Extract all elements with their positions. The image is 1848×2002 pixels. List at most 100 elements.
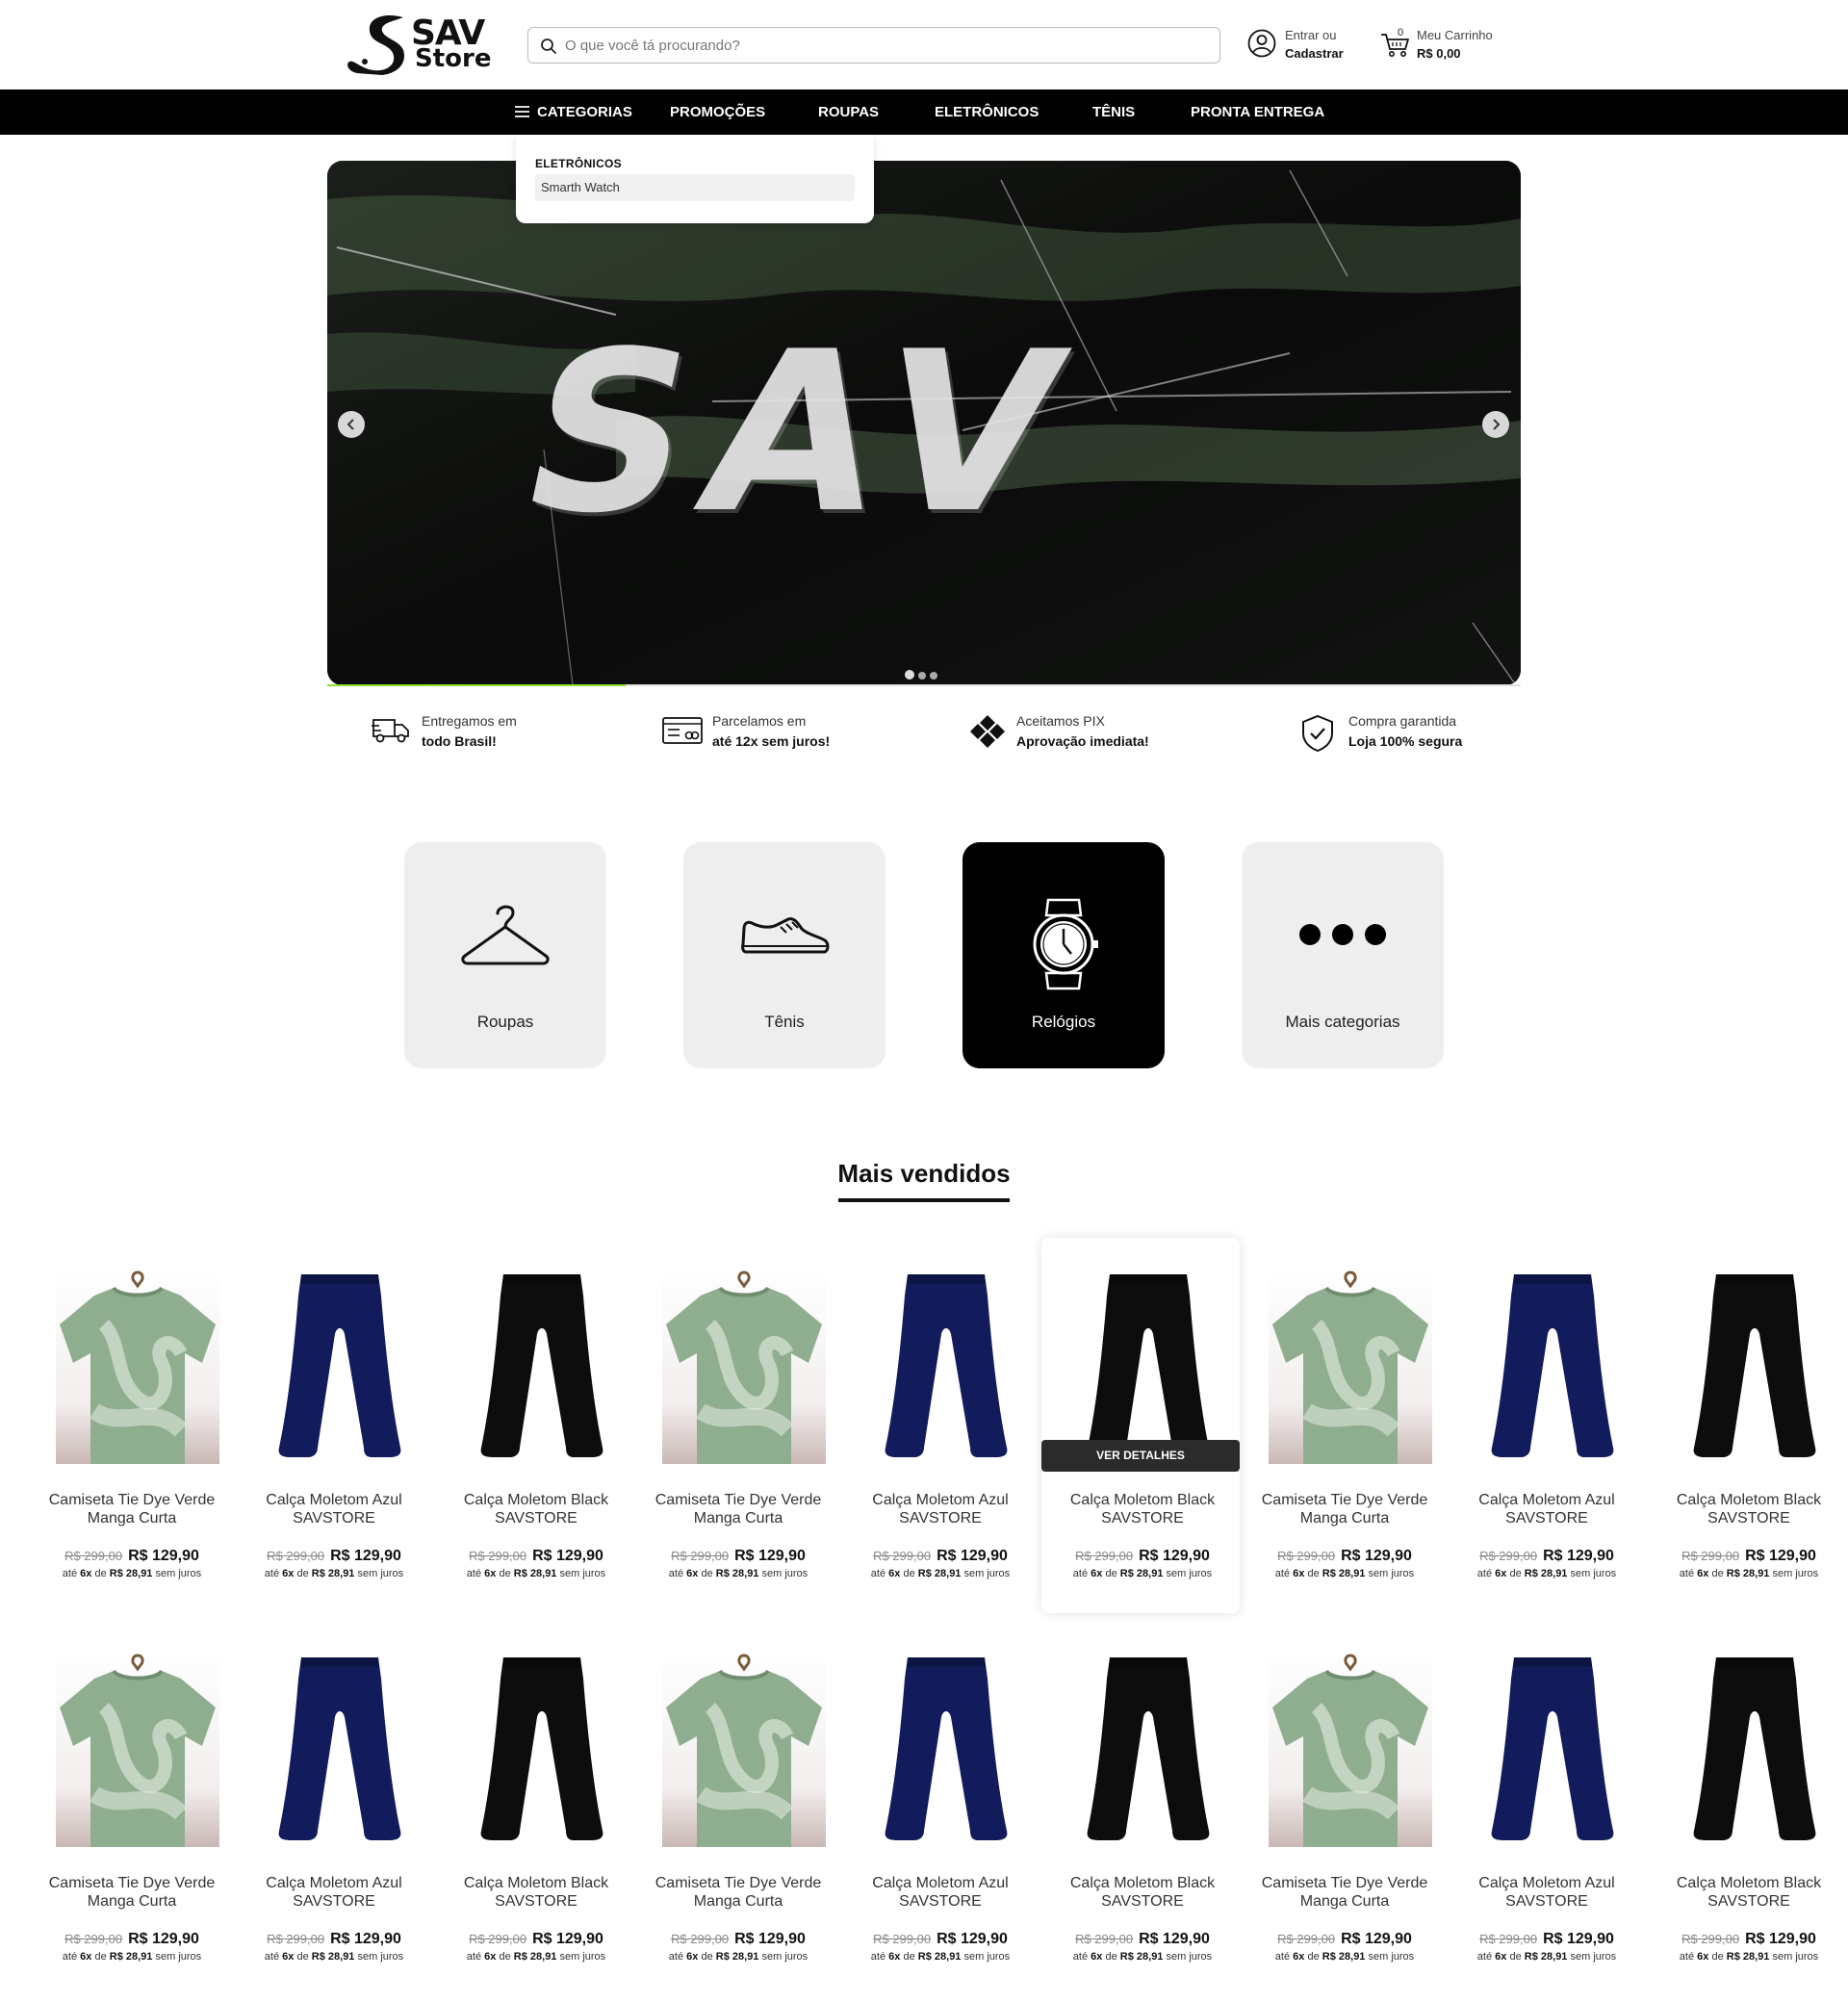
inst-mid: de <box>1509 1568 1522 1579</box>
product-name[interactable]: Camiseta Tie Dye Verde Manga Curta <box>1244 1874 1446 1911</box>
hero-banner[interactable]: SAV <box>327 161 1521 685</box>
nav-tenis[interactable]: TÊNIS <box>1092 90 1135 135</box>
product-card[interactable]: Calça Moletom Azul SAVSTORE R$ 299,00 R$ 12… <box>839 1238 1038 1613</box>
product-image[interactable] <box>1673 1267 1836 1464</box>
product-card[interactable]: Camiseta Tie Dye Verde Manga Curta R$ 299,… <box>1244 1621 1442 1996</box>
banner-dot-1[interactable] <box>905 670 914 680</box>
cart-count: 0 <box>1398 27 1404 38</box>
product-image[interactable] <box>864 1650 1028 1847</box>
nav-promocoes[interactable]: PROMOÇÕES <box>670 90 765 135</box>
product-name[interactable]: Calça Moletom Azul SAVSTORE <box>233 1874 435 1911</box>
product-image[interactable] <box>1269 1267 1432 1464</box>
search-icon[interactable] <box>540 38 557 55</box>
product-image[interactable] <box>662 1267 826 1464</box>
product-name[interactable]: Calça Moletom Black SAVSTORE <box>435 1491 637 1527</box>
nav-categories[interactable]: CATEGORIAS <box>515 90 632 135</box>
category-relogios[interactable]: Relógios <box>962 842 1165 1068</box>
banner-dot-3[interactable] <box>930 672 937 680</box>
category-tenis[interactable]: Tênis <box>683 842 886 1068</box>
product-name[interactable]: Camiseta Tie Dye Verde Manga Curta <box>31 1874 233 1911</box>
product-name[interactable]: Calça Moletom Azul SAVSTORE <box>839 1874 1041 1911</box>
product-name-line2: Manga Curta <box>1299 1893 1390 1910</box>
product-image[interactable] <box>460 1650 624 1847</box>
product-name[interactable]: Calça Moletom Azul SAVSTORE <box>1446 1874 1648 1911</box>
inst-suffix: sem juros <box>155 1568 202 1579</box>
product-name-line1: Camiseta Tie Dye Verde <box>1261 1875 1428 1891</box>
product-price-row: R$ 299,00 R$ 129,90 <box>1041 1548 1244 1565</box>
product-card[interactable]: Calça Moletom Azul SAVSTORE R$ 299,00 R$ 12… <box>233 1238 431 1613</box>
inst-mid: de <box>296 1568 309 1579</box>
dropdown-section-title[interactable]: ELETRÔNICOS <box>535 157 622 170</box>
inst-suffix: sem juros <box>761 1568 808 1579</box>
product-price: R$ 129,90 <box>937 1548 1008 1564</box>
product-image[interactable] <box>1066 1267 1230 1464</box>
product-card[interactable]: Calça Moletom Azul SAVSTORE R$ 299,00 R$ 12… <box>233 1621 431 1996</box>
account-link[interactable]: Entrar ou Cadastrar <box>1247 27 1363 65</box>
product-name[interactable]: Calça Moletom Black SAVSTORE <box>1648 1874 1848 1911</box>
product-name-line2: Manga Curta <box>87 1510 177 1527</box>
product-name[interactable]: Calça Moletom Black SAVSTORE <box>435 1874 637 1911</box>
product-image[interactable] <box>258 1267 422 1464</box>
product-card[interactable]: Calça Moletom Black SAVSTORE R$ 299,00 R$ 1… <box>435 1238 633 1613</box>
product-image[interactable] <box>1673 1650 1836 1847</box>
cart-link[interactable]: 0 Meu Carrinho R$ 0,00 <box>1380 27 1525 65</box>
banner-dot-2[interactable] <box>918 672 926 680</box>
banner-next-button[interactable] <box>1482 411 1509 438</box>
product-card[interactable]: Camiseta Tie Dye Verde Manga Curta R$ 299,… <box>1244 1238 1442 1613</box>
banner-prev-button[interactable] <box>338 411 365 438</box>
product-card[interactable]: Camiseta Tie Dye Verde Manga Curta R$ 299,… <box>31 1621 229 1996</box>
product-image[interactable] <box>56 1650 219 1847</box>
product-image[interactable] <box>1269 1650 1432 1847</box>
product-old-price: R$ 299,00 <box>1277 1932 1336 1946</box>
product-old-price: R$ 299,00 <box>1075 1932 1134 1946</box>
product-name-line2: SAVSTORE <box>1101 1893 1184 1910</box>
product-name[interactable]: Camiseta Tie Dye Verde Manga Curta <box>637 1874 839 1911</box>
category-roupas[interactable]: Roupas <box>404 842 606 1068</box>
product-card[interactable]: Calça Moletom Azul SAVSTORE R$ 299,00 R$ 12… <box>839 1621 1038 1996</box>
product-name-line2: SAVSTORE <box>899 1893 982 1910</box>
nav-eletronicos[interactable]: ELETRÔNICOS <box>935 90 1039 135</box>
product-image[interactable] <box>460 1267 624 1464</box>
nav-roupas[interactable]: ROUPAS <box>818 90 879 135</box>
product-image[interactable] <box>1471 1650 1634 1847</box>
product-name[interactable]: Calça Moletom Black SAVSTORE <box>1648 1491 1848 1527</box>
product-card[interactable]: Calça Moletom Black SAVSTORE R$ 299,00 R$ 1… <box>1041 1621 1240 1996</box>
product-name[interactable]: Camiseta Tie Dye Verde Manga Curta <box>637 1491 839 1527</box>
inst-mid: de <box>903 1568 915 1579</box>
product-image[interactable] <box>864 1267 1028 1464</box>
product-card[interactable]: Camiseta Tie Dye Verde Manga Curta R$ 299,… <box>637 1238 835 1613</box>
product-card[interactable]: Calça Moletom Black SAVSTORE R$ 299,00 R$ 1… <box>1648 1621 1846 1996</box>
product-name[interactable]: Camiseta Tie Dye Verde Manga Curta <box>1244 1491 1446 1527</box>
product-card[interactable]: Camiseta Tie Dye Verde Manga Curta R$ 299,… <box>637 1621 835 1996</box>
product-name[interactable]: Calça Moletom Azul SAVSTORE <box>233 1491 435 1527</box>
product-card[interactable]: Calça Moletom Azul SAVSTORE R$ 299,00 R$ 12… <box>1446 1621 1644 1996</box>
product-image[interactable] <box>1471 1267 1634 1464</box>
dropdown-item-smartwatch[interactable]: Smarth Watch <box>535 174 855 201</box>
product-name[interactable]: Calça Moletom Azul SAVSTORE <box>839 1491 1041 1527</box>
inst-suffix: sem juros <box>1368 1568 1415 1579</box>
product-card[interactable]: Calça Moletom Black SAVSTORE R$ 299,00 R$ 1… <box>1648 1238 1846 1613</box>
product-old-price: R$ 299,00 <box>671 1549 730 1563</box>
category-mais[interactable]: Mais categorias <box>1242 842 1444 1068</box>
store-logo[interactable]: SAV Store <box>344 12 491 79</box>
view-details-button[interactable]: VER DETALHES <box>1041 1440 1240 1472</box>
product-card[interactable]: Calça Moletom Azul SAVSTORE R$ 299,00 R$ 12… <box>1446 1238 1644 1613</box>
product-image[interactable] <box>662 1650 826 1847</box>
product-image[interactable] <box>1066 1650 1230 1847</box>
inst-count: 6x <box>484 1951 497 1963</box>
nav-pronta-entrega[interactable]: PRONTA ENTREGA <box>1191 90 1324 135</box>
search-input[interactable] <box>565 28 1200 63</box>
product-name[interactable]: Calça Moletom Azul SAVSTORE <box>1446 1491 1648 1527</box>
product-card[interactable]: VER DETALHES Calça Moletom Black SAVSTORE R… <box>1041 1238 1240 1613</box>
product-name-line2: SAVSTORE <box>495 1510 578 1527</box>
product-card[interactable]: Calça Moletom Black SAVSTORE R$ 299,00 R$ 1… <box>435 1621 633 1996</box>
product-installments: até 6x de R$ 28,91 sem juros <box>1244 1568 1446 1579</box>
product-name-line1: Calça Moletom Black <box>1676 1875 1822 1891</box>
product-image[interactable] <box>56 1267 219 1464</box>
product-card[interactable]: Camiseta Tie Dye Verde Manga Curta R$ 299,… <box>31 1238 229 1613</box>
product-name[interactable]: Calça Moletom Black SAVSTORE <box>1041 1874 1244 1911</box>
product-image[interactable] <box>258 1650 422 1847</box>
product-name[interactable]: Calça Moletom Black SAVSTORE <box>1041 1491 1244 1527</box>
shield-icon <box>1302 714 1333 753</box>
product-name[interactable]: Camiseta Tie Dye Verde Manga Curta <box>31 1491 233 1527</box>
